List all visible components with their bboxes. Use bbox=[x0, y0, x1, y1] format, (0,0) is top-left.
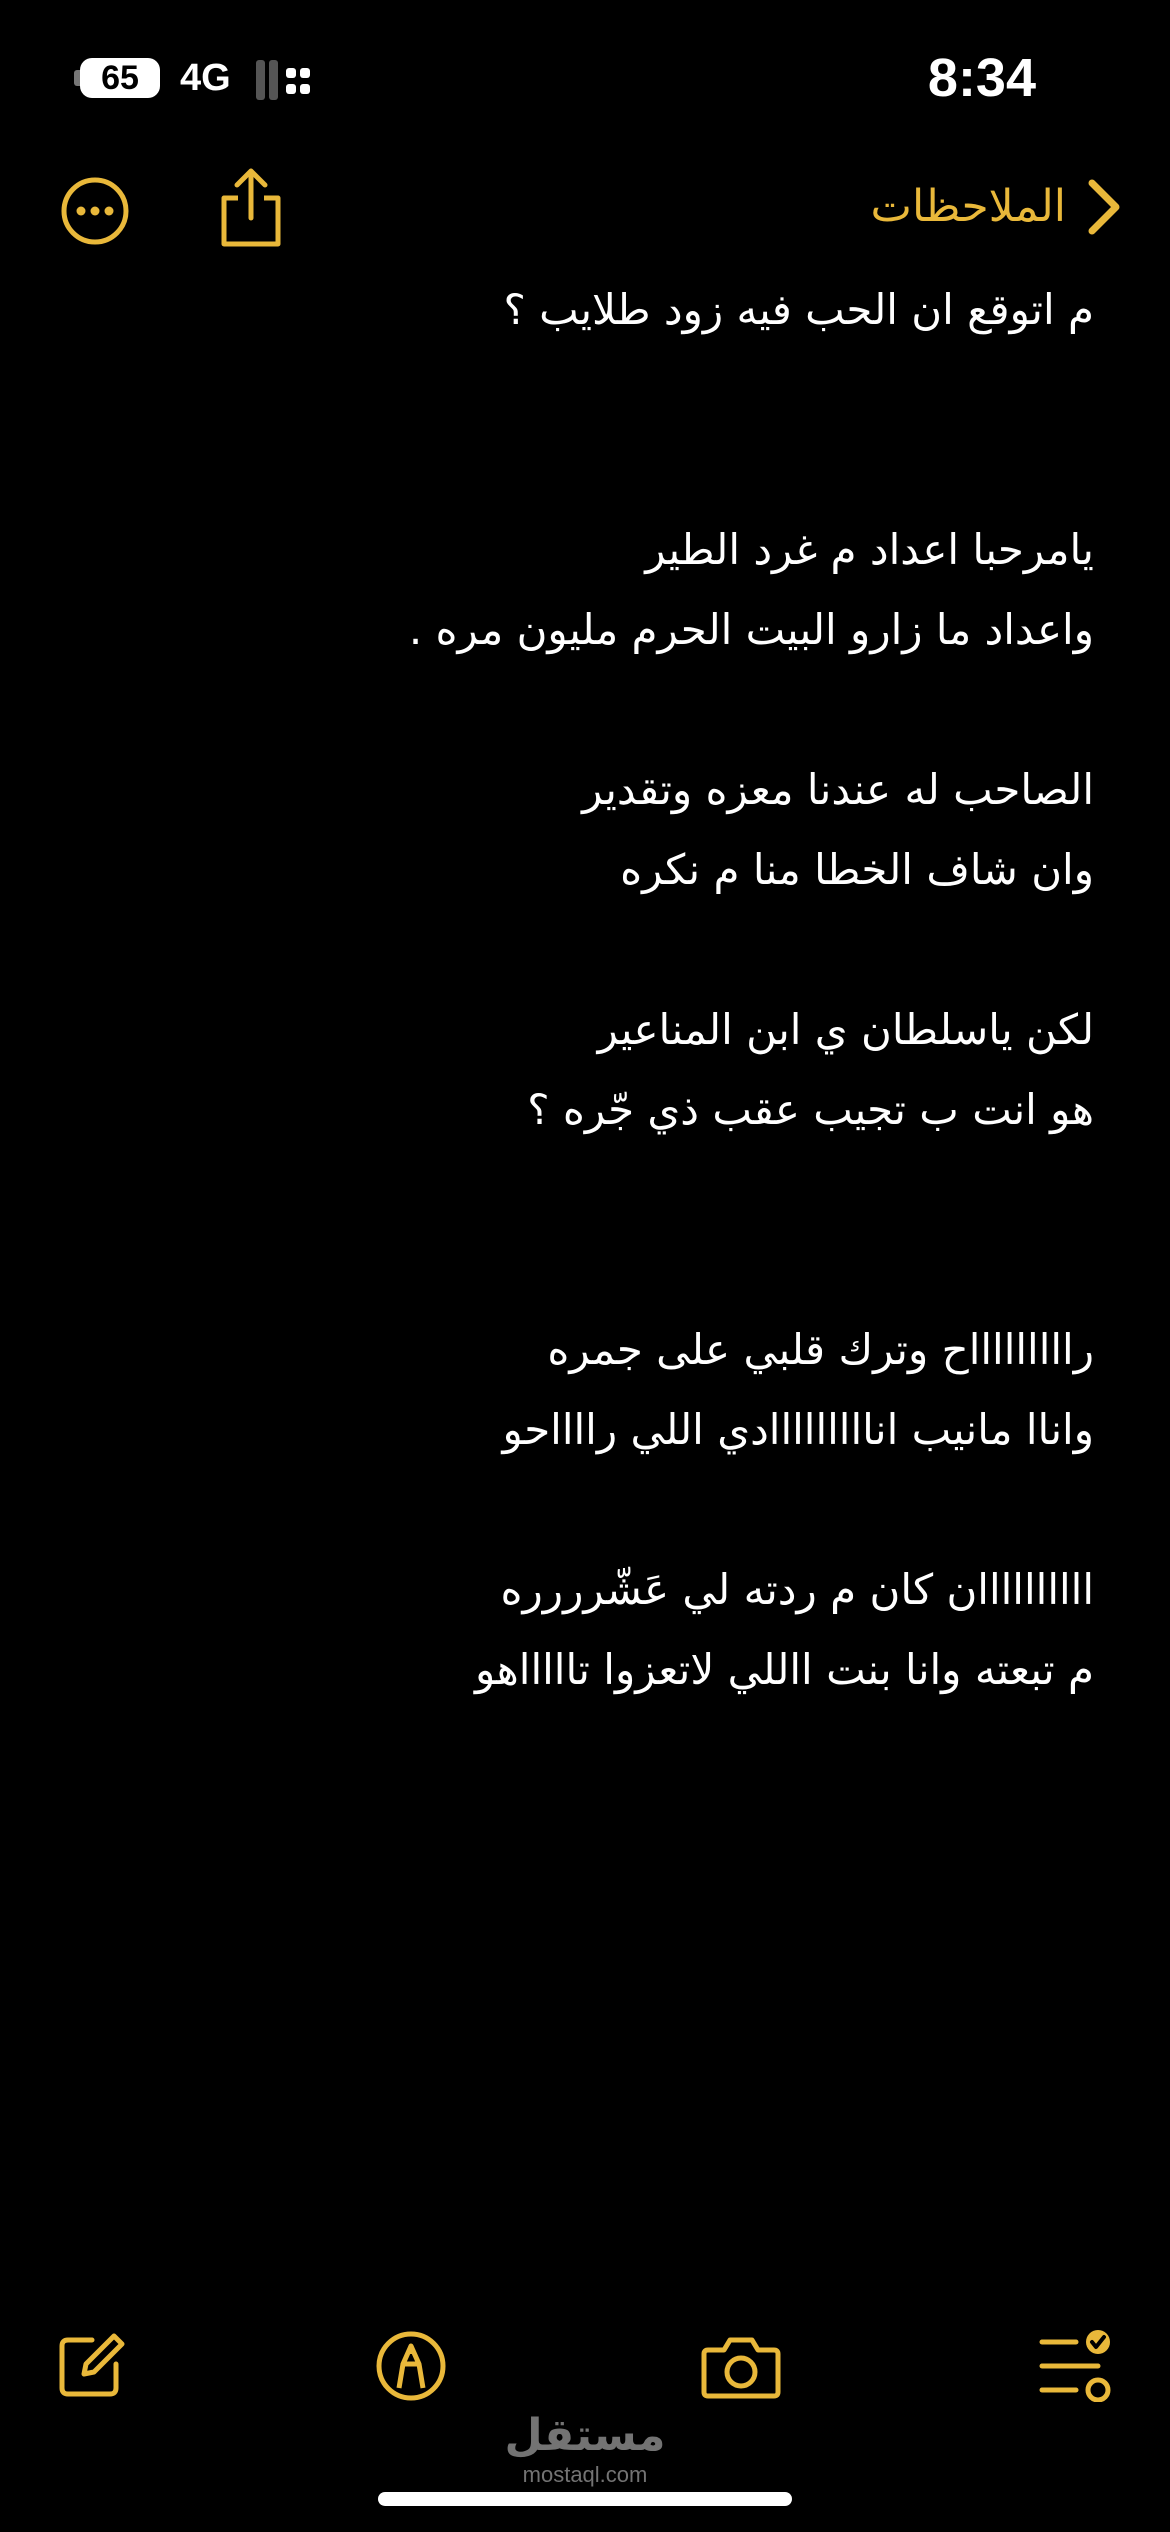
note-line bbox=[84, 910, 1094, 990]
watermark-latin: mostaql.com bbox=[522, 2462, 648, 2487]
battery-icon: 65 bbox=[80, 58, 160, 98]
status-time: 8:34 bbox=[927, 48, 1036, 108]
note-line: لكن ياسلطان ي ابن المناعير bbox=[597, 1005, 1094, 1054]
note-line bbox=[84, 350, 1094, 430]
note-line: واعداد ما زارو البيت الحرم مليون مره . bbox=[408, 605, 1094, 654]
note-body[interactable]: م اتوقع ان الحب فيه زود طلايب ؟ يامرحبا … bbox=[84, 270, 1094, 1710]
back-button[interactable]: الملاحظات bbox=[871, 172, 1124, 242]
note-line: واناا مانيب انااااااااادي اللي رااااحو bbox=[502, 1405, 1095, 1454]
note-line: م اتوقع ان الحب فيه زود طلايب ؟ bbox=[503, 285, 1094, 334]
note-line: وان شاف الخطا منا م نكره bbox=[620, 845, 1094, 894]
checklist-icon[interactable] bbox=[1036, 2328, 1114, 2402]
note-line bbox=[84, 430, 1094, 510]
watermark-arabic: مستقل bbox=[504, 2410, 666, 2461]
note-line bbox=[84, 1150, 1094, 1230]
note-line bbox=[84, 1230, 1094, 1310]
signal-icon bbox=[256, 60, 310, 100]
back-button-label: الملاحظات bbox=[870, 181, 1066, 232]
markup-pen-icon[interactable] bbox=[375, 2330, 447, 2402]
note-line: م تبعته وانا بنت االلي لاتعزوا تاااااهو bbox=[474, 1645, 1094, 1694]
note-line bbox=[84, 1470, 1094, 1550]
watermark: مستقل mostaql.com bbox=[470, 2410, 700, 2488]
ellipsis-circle-icon[interactable] bbox=[60, 176, 130, 246]
network-type: 4G bbox=[180, 57, 231, 99]
note-line: يامرحبا اعداد م غرد الطير bbox=[645, 525, 1094, 574]
note-line: هو انت ب تجيب عقب ذي جّره ؟ bbox=[527, 1085, 1094, 1134]
chevron-right-icon bbox=[1088, 179, 1120, 235]
note-line bbox=[84, 670, 1094, 750]
note-line: اااااااااان كان م ردته لي عَشّرررره bbox=[500, 1565, 1094, 1614]
note-line: راااااااااح وترك قلبي على جمره bbox=[547, 1325, 1094, 1374]
camera-icon[interactable] bbox=[700, 2334, 782, 2400]
home-indicator[interactable] bbox=[378, 2492, 792, 2506]
compose-icon[interactable] bbox=[56, 2330, 126, 2400]
status-bar: 65 4G 8:34 bbox=[0, 0, 1170, 150]
share-icon[interactable] bbox=[214, 166, 288, 250]
note-line: الصاحب له عندنا معزه وتقدير bbox=[582, 765, 1094, 814]
nav-bar: الملاحظات bbox=[0, 160, 1170, 260]
